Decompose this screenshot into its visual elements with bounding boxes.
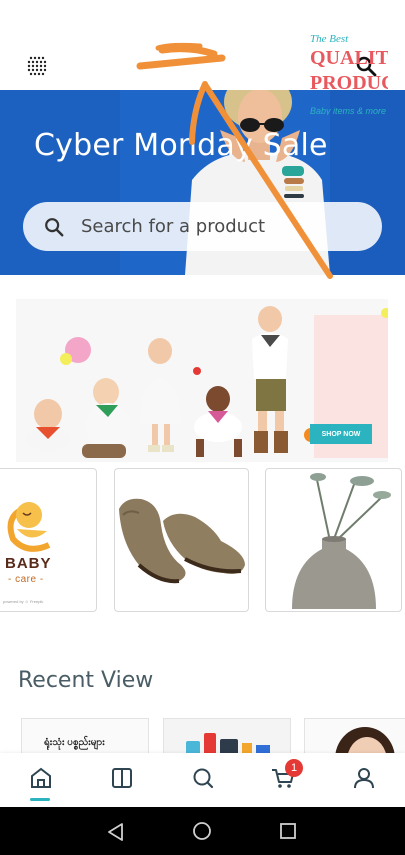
promo-headline-1: QUALITY (310, 47, 388, 69)
search-icon (45, 217, 64, 236)
yellow-dot-decoration (381, 308, 388, 318)
product-card-baby-care[interactable]: BABY - care - powered by ☺ Freepik (0, 468, 97, 612)
system-nav-bar (0, 807, 405, 855)
recent-item-text: ရုံးသုံး ပစ္စည်းများ (44, 737, 105, 748)
promo-headline-2: PRODUCTS (310, 72, 388, 94)
promo-subline: Baby items & more (310, 106, 387, 115)
electronics-image (186, 733, 270, 754)
recents-square-icon[interactable] (279, 822, 297, 840)
portrait-image (335, 727, 395, 754)
product-card-shoes[interactable] (114, 468, 249, 612)
home-icon[interactable] (28, 765, 54, 791)
user-icon[interactable] (351, 765, 377, 791)
hero-title: Cyber Monday Sale (34, 128, 328, 163)
hero-banner[interactable]: Cyber Monday Sale Search for a product (0, 90, 405, 275)
recent-item-portrait[interactable] (304, 718, 405, 754)
promo-headline-clip: QUALITY PRODUCTS (310, 47, 388, 97)
book-icon[interactable] (109, 765, 135, 791)
baby-care-logo-icon (7, 502, 51, 552)
recent-view-list: ရုံးသုံး ပစ္စည်းများ (0, 718, 405, 754)
search-input[interactable]: Search for a product (81, 216, 265, 237)
shop-now-button[interactable]: SHOP NOW (310, 424, 372, 444)
recent-item-electronics[interactable] (163, 718, 291, 754)
baby-care-word: BABY (5, 555, 52, 572)
back-triangle-icon[interactable] (106, 822, 126, 842)
home-circle-icon[interactable] (192, 821, 212, 841)
bottom-nav: 1 (0, 753, 405, 807)
cart-count-badge: 1 (285, 759, 303, 777)
nav-active-indicator (30, 798, 50, 801)
search-icon[interactable] (190, 765, 216, 791)
vase-image (292, 473, 391, 609)
recent-item-office[interactable]: ရုံးသုံး ပစ္စည်းများ (21, 718, 149, 754)
baby-care-sub: - care - (8, 574, 44, 585)
grid-dots-icon[interactable] (26, 54, 50, 78)
product-carousel: BABY - care - powered by ☺ Freepik (0, 468, 405, 612)
product-card-vase[interactable] (265, 468, 402, 612)
search-bar[interactable]: Search for a product (23, 202, 382, 251)
promo-cta-clip: SHOP NOW (310, 424, 388, 446)
promo-subline-clip: Baby items & more (310, 101, 388, 115)
shoes-image (119, 498, 245, 584)
recent-view-title: Recent View (18, 668, 154, 693)
baby-care-credit: powered by ☺ Freepik (3, 599, 44, 604)
app-screen: Cyber Monday Sale Search for a product T… (0, 0, 405, 855)
promo-tagline: The Best (310, 33, 349, 45)
